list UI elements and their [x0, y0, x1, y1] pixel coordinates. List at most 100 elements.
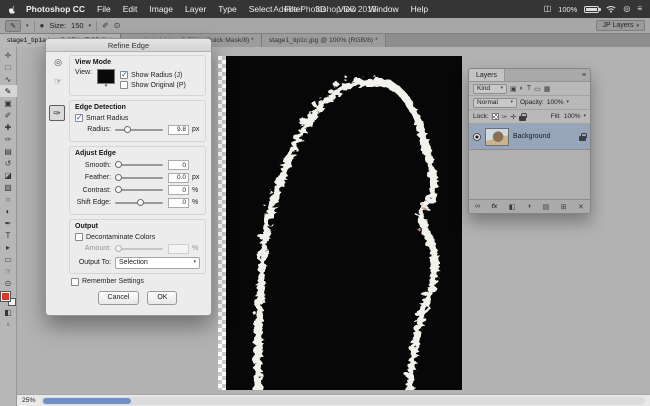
healing-brush-tool[interactable]: ✚ — [0, 121, 17, 133]
horizontal-scrollbar[interactable] — [41, 397, 645, 405]
decontaminate-colors-checkbox[interactable]: Decontaminate Colors — [75, 233, 200, 241]
move-tool[interactable]: ✛ — [0, 49, 17, 61]
add-layer-mask-icon[interactable]: ◧ — [509, 203, 516, 211]
apple-menu[interactable] — [8, 4, 16, 14]
layer-name[interactable]: Background — [513, 133, 575, 140]
shape-tool[interactable]: ▭ — [0, 253, 17, 265]
dialog-title[interactable]: Refine Edge — [46, 39, 211, 52]
checkbox-box[interactable] — [71, 278, 79, 286]
lock-position-icon[interactable]: ✛ — [510, 113, 516, 121]
output-to-dropdown[interactable]: Selection ▾ — [115, 257, 200, 269]
menu-item-edit[interactable]: Edit — [117, 4, 144, 14]
fill-value[interactable]: 100% — [564, 113, 581, 120]
lock-paint-icon[interactable]: ✑ — [502, 113, 508, 121]
marquee-tool[interactable]: □ — [0, 61, 17, 73]
menu-item-photoshop[interactable]: Photoshop CC — [20, 4, 91, 14]
layers-tab[interactable]: Layers — [469, 69, 505, 81]
menu-item-image[interactable]: Image — [143, 4, 179, 14]
opacity-value[interactable]: 100% — [547, 99, 564, 106]
spotlight-icon[interactable]: ◎ — [623, 5, 630, 13]
feather-value-field[interactable]: 0.0 — [168, 173, 189, 183]
zoom-tool[interactable]: ⊙ — [0, 277, 17, 289]
view-mode-picker[interactable]: ▾ — [97, 69, 115, 89]
tool-preset-caret-icon[interactable]: ▾ — [26, 23, 29, 29]
menu-item-help[interactable]: Help — [405, 4, 434, 14]
contrast-slider[interactable] — [115, 189, 163, 191]
view-mode-thumbnail[interactable] — [97, 69, 115, 84]
blur-tool[interactable]: ○ — [0, 193, 17, 205]
remember-settings-checkbox[interactable]: Remember Settings — [71, 278, 206, 286]
document-tab-3[interactable]: stage1_tip1c.jpg @ 100% (RGB/8) * — [262, 34, 386, 47]
brush-size-caret-icon[interactable]: ▾ — [89, 23, 92, 29]
show-radius-checkbox[interactable]: ✓ Show Radius (J) — [120, 71, 186, 79]
filter-adjustment-layers-icon[interactable]: ◐ — [520, 85, 524, 92]
menu-item-layer[interactable]: Layer — [179, 4, 212, 14]
layer-row-background[interactable]: Background — [469, 124, 590, 150]
screen-mode-icon[interactable]: ▫ — [0, 318, 17, 330]
system-panel-icon[interactable]: ◫ — [544, 5, 552, 13]
filter-shape-layers-icon[interactable]: ▭ — [534, 85, 541, 93]
crop-tool[interactable]: ▣ — [0, 97, 17, 109]
filter-smart-object-icon[interactable]: ▦ — [544, 85, 551, 93]
brush-tool[interactable]: ✑ — [0, 133, 17, 145]
lock-transparency-icon[interactable] — [492, 113, 499, 120]
blend-mode-dropdown[interactable]: Normal ▾ — [473, 98, 517, 108]
lock-all-icon[interactable] — [519, 113, 526, 121]
eraser-tool[interactable]: ◪ — [0, 169, 17, 181]
smart-radius-checkbox[interactable]: ✓ Smart Radius — [75, 114, 200, 122]
contrast-value-field[interactable]: 0 — [168, 185, 189, 195]
ok-button[interactable]: OK — [147, 291, 177, 305]
radius-value-field[interactable]: 9.8 — [168, 125, 189, 135]
show-original-checkbox[interactable]: Show Original (P) — [120, 81, 186, 89]
scrollbar-thumb[interactable] — [43, 398, 131, 404]
checkbox-box[interactable] — [120, 81, 128, 89]
slider-thumb[interactable] — [115, 161, 122, 168]
dialog-zoom-tool-icon[interactable]: ◎ — [51, 56, 65, 69]
new-layer-icon[interactable]: ⊞ — [561, 203, 567, 211]
slider-thumb[interactable] — [115, 174, 122, 181]
filter-pixel-layers-icon[interactable]: ▣ — [510, 85, 517, 93]
layer-style-fx-icon[interactable]: fx — [491, 203, 497, 210]
lasso-tool[interactable]: ∿ — [0, 73, 17, 85]
workspace-switcher[interactable]: JP Layers ▾ — [596, 20, 645, 31]
brush-size-value[interactable]: 150 — [71, 21, 84, 30]
eyedropper-tool[interactable]: ✐ — [0, 109, 17, 121]
path-selection-tool[interactable]: ▸ — [0, 241, 17, 253]
link-layers-icon[interactable]: ∞ — [475, 203, 480, 210]
brush-preview-icon[interactable]: ● — [40, 21, 45, 30]
gradient-tool[interactable]: ▧ — [0, 181, 17, 193]
clone-stamp-tool[interactable]: ▤ — [0, 145, 17, 157]
dialog-hand-tool-icon[interactable]: ☞ — [51, 75, 65, 88]
quick-mask-icon[interactable]: ◧ — [0, 306, 17, 318]
delete-layer-icon[interactable]: ✕ — [578, 203, 584, 211]
zoom-level[interactable]: 25% — [22, 397, 36, 404]
panel-menu-icon[interactable]: ≡ — [582, 72, 590, 79]
layer-visibility-eye-icon[interactable] — [473, 133, 481, 141]
color-swatches[interactable] — [1, 292, 16, 306]
notification-center-icon[interactable]: ≡ — [637, 5, 642, 13]
layer-thumbnail[interactable] — [485, 128, 509, 146]
smooth-slider[interactable] — [115, 164, 163, 166]
new-group-icon[interactable]: ▤ — [543, 203, 550, 211]
cancel-button[interactable]: Cancel — [98, 291, 140, 305]
slider-thumb[interactable] — [115, 186, 122, 193]
type-tool[interactable]: T — [0, 229, 17, 241]
filter-type-layers-icon[interactable]: T — [527, 85, 531, 92]
checkbox-box[interactable]: ✓ — [120, 71, 128, 79]
adjustment-layer-icon[interactable]: ◑ — [527, 203, 531, 210]
history-brush-tool[interactable]: ↺ — [0, 157, 17, 169]
refine-radius-tool-button[interactable]: ✑ — [49, 105, 65, 121]
pen-tool[interactable]: ✒ — [0, 217, 17, 229]
feather-slider[interactable] — [115, 177, 163, 179]
fill-caret-icon[interactable]: ▾ — [583, 114, 586, 119]
tablet-pressure-opacity-icon[interactable]: ✐ — [102, 21, 109, 30]
checkbox-box[interactable]: ✓ — [75, 114, 83, 122]
radius-slider[interactable] — [115, 129, 163, 131]
opacity-caret-icon[interactable]: ▾ — [566, 100, 569, 105]
quick-selection-tool[interactable]: ✎ — [0, 85, 17, 97]
smooth-value-field[interactable]: 0 — [168, 160, 189, 170]
foreground-color-swatch[interactable] — [1, 292, 10, 301]
slider-thumb[interactable] — [124, 126, 131, 133]
shift-edge-value-field[interactable]: 0 — [168, 198, 189, 208]
wifi-icon[interactable] — [606, 5, 616, 13]
